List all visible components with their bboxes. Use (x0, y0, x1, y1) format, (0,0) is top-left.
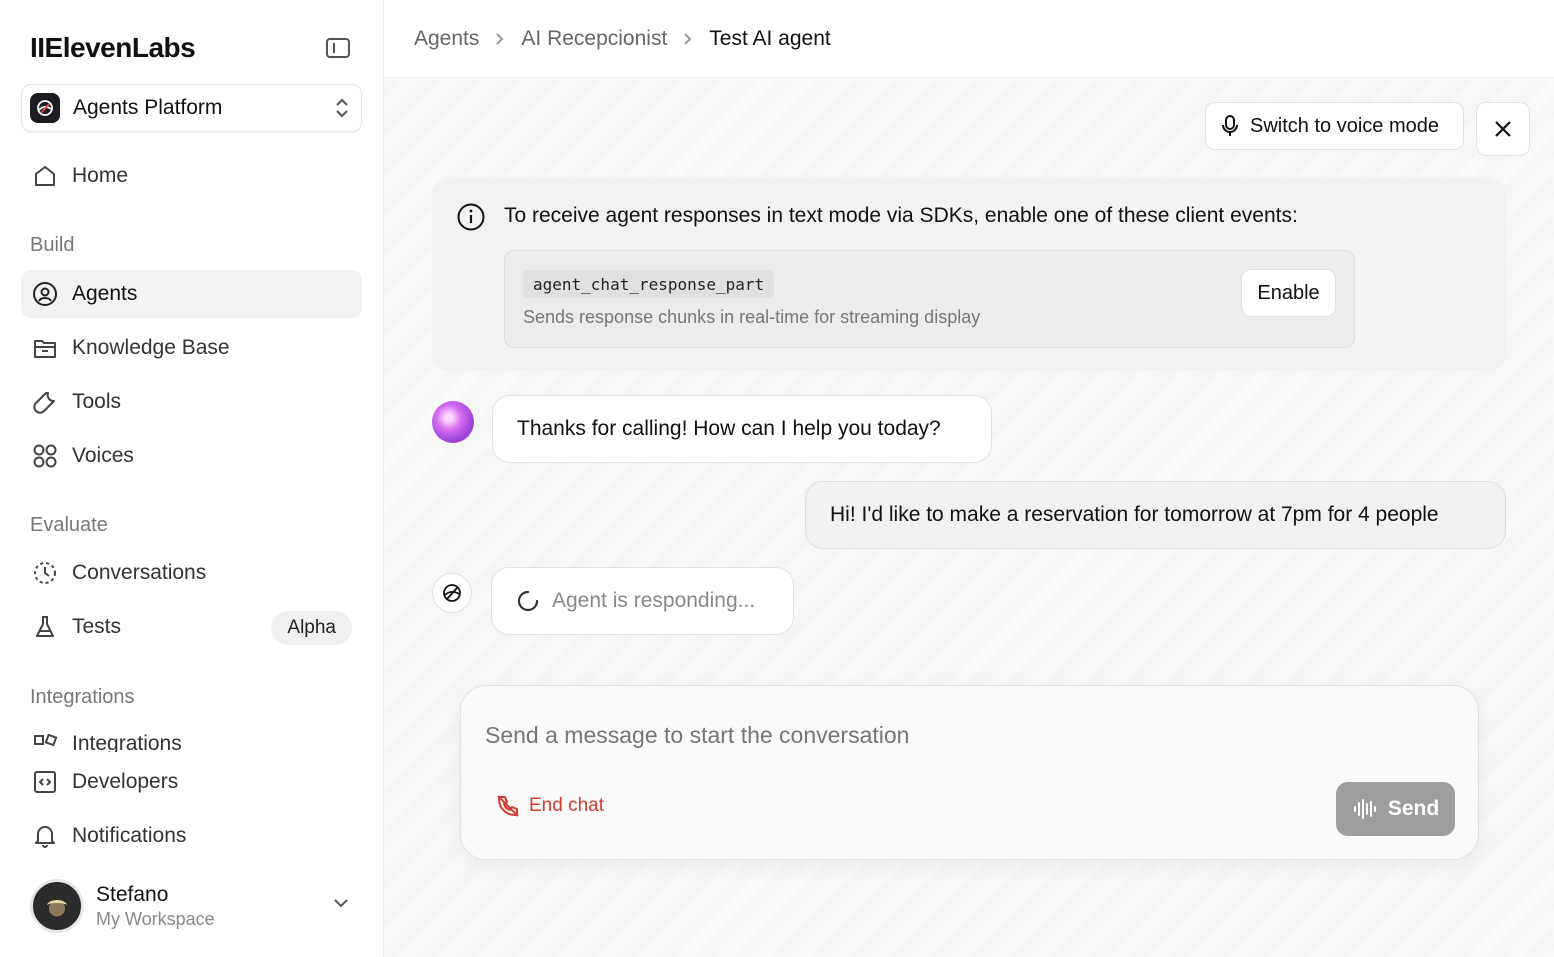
user-name: Stefano (96, 882, 169, 906)
collapse-sidebar-button[interactable] (324, 36, 352, 60)
section-label-integrations: Integrations (30, 686, 135, 708)
microphone-icon (1220, 114, 1240, 138)
app-logo[interactable]: IIElevenLabs (30, 32, 196, 64)
close-button[interactable] (1476, 102, 1530, 156)
sidebar-item-tests[interactable]: Tests Alpha (21, 603, 362, 651)
sidebar-item-voices[interactable]: Voices (21, 432, 362, 480)
alpha-badge: Alpha (271, 611, 352, 645)
client-event-card: agent_chat_response_part Sends response … (504, 250, 1355, 348)
end-chat-label: End chat (529, 795, 604, 816)
sidebar-item-conversations[interactable]: Conversations (21, 549, 362, 597)
responding-text: Agent is responding... (552, 589, 756, 612)
event-code: agent_chat_response_part (523, 270, 775, 298)
platform-logo-icon (30, 93, 60, 123)
sidebar-item-agents[interactable]: Agents (21, 270, 362, 318)
sidebar-item-label: Home (72, 164, 129, 187)
sidebar-item-label: Agents (72, 282, 138, 305)
sidebar-toggle-icon (326, 38, 350, 58)
sidebar-item-tools[interactable]: Tools (21, 378, 362, 426)
breadcrumb: Agents AI Recepcionist Test AI agent (384, 0, 1554, 78)
agent-message: Thanks for calling! How can I help you t… (492, 395, 992, 463)
end-chat-button[interactable]: End chat (495, 793, 604, 819)
sidebar-item-label: Integrations (72, 732, 182, 752)
sidebar-item-knowledge-base[interactable]: Knowledge Base (21, 324, 362, 372)
bell-icon (31, 822, 59, 850)
voice-mode-label: Switch to voice mode (1250, 114, 1439, 137)
agent-logo-icon (432, 573, 472, 613)
client-events-notice: To receive agent responses in text mode … (432, 178, 1506, 371)
avatar (30, 879, 84, 933)
chat-area: Switch to voice mode To receive agent re… (384, 78, 1554, 957)
sidebar: IIElevenLabs Agents Platform Home Build … (0, 0, 384, 957)
platform-label: Agents Platform (73, 96, 223, 119)
section-label-evaluate: Evaluate (30, 514, 108, 536)
chevron-right-icon (683, 32, 693, 46)
info-icon (456, 202, 486, 237)
sidebar-item-integrations[interactable]: Integrations (21, 728, 362, 752)
breadcrumb-agents[interactable]: Agents (414, 27, 479, 51)
spinner-icon (516, 589, 540, 613)
switch-to-voice-button[interactable]: Switch to voice mode (1205, 102, 1464, 150)
chevron-right-icon (495, 32, 505, 46)
chevron-up-down-icon (336, 98, 348, 118)
integrations-icon (31, 732, 59, 752)
sidebar-item-label: Conversations (72, 561, 207, 584)
voices-icon (31, 442, 59, 470)
waveform-icon (1352, 797, 1378, 821)
workspace-name: My Workspace (96, 908, 215, 929)
sidebar-item-label: Tests (72, 615, 122, 638)
event-description: Sends response chunks in real-time for s… (523, 307, 981, 327)
user-menu[interactable]: Stefano My Workspace (30, 878, 360, 934)
agents-icon (31, 280, 59, 308)
wrench-icon (31, 388, 59, 416)
flask-icon (31, 613, 59, 641)
breadcrumb-ai-recepcionist[interactable]: AI Recepcionist (521, 27, 667, 51)
home-icon (31, 162, 59, 190)
section-label-build: Build (30, 234, 75, 256)
sidebar-item-label: Voices (72, 444, 134, 467)
sidebar-item-label: Developers (72, 770, 179, 793)
notice-text: To receive agent responses in text mode … (504, 204, 1298, 227)
responding-indicator: Agent is responding... (491, 567, 794, 635)
send-button[interactable]: Send (1336, 782, 1455, 836)
sidebar-item-label: Notifications (72, 824, 187, 847)
agent-avatar (432, 401, 474, 443)
breadcrumb-current: Test AI agent (709, 26, 831, 50)
message-input[interactable] (485, 722, 1385, 749)
sidebar-item-notifications[interactable]: Notifications (21, 812, 362, 860)
sidebar-item-label: Knowledge Base (72, 336, 230, 359)
sidebar-item-developers[interactable]: Developers (21, 758, 362, 806)
send-label: Send (1387, 797, 1440, 820)
enable-button[interactable]: Enable (1241, 269, 1336, 317)
folder-icon (31, 334, 59, 362)
close-icon (1495, 121, 1511, 137)
history-icon (31, 559, 59, 587)
platform-switcher[interactable]: Agents Platform (21, 84, 362, 132)
message-composer: End chat Send (460, 685, 1479, 860)
phone-off-icon (495, 793, 521, 819)
code-icon (31, 768, 59, 796)
sidebar-item-label: Tools (72, 390, 122, 413)
user-message: Hi! I'd like to make a reservation for t… (805, 481, 1506, 549)
sidebar-item-home[interactable]: Home (21, 152, 362, 200)
chevron-down-icon (332, 896, 350, 914)
